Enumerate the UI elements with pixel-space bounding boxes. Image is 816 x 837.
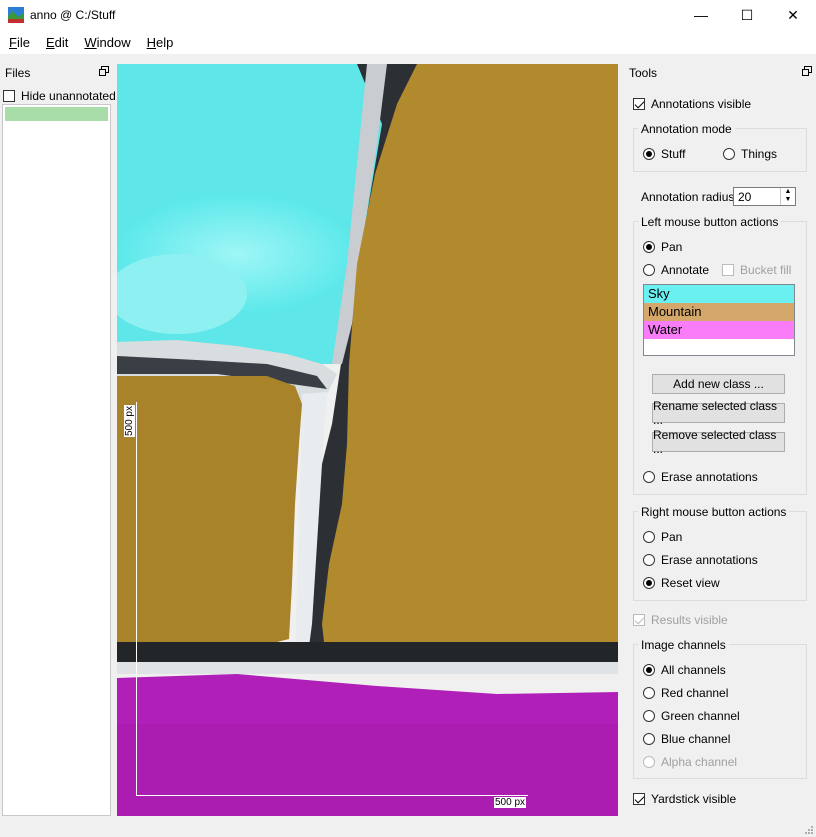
image-canvas[interactable] [117, 64, 618, 816]
radio-circle [643, 756, 655, 768]
annotation-radius-label: Annotation radius [641, 190, 735, 204]
file-list[interactable] [2, 104, 111, 816]
tools-panel-title: Tools [624, 64, 816, 82]
right-pan-radio[interactable]: Pan [643, 530, 682, 544]
radio-circle [643, 264, 655, 276]
radio-circle [643, 531, 655, 543]
spin-down-icon[interactable]: ▼ [781, 196, 795, 204]
status-bar [0, 817, 816, 837]
radio-circle [643, 733, 655, 745]
float-icon[interactable] [802, 66, 812, 76]
channel-all-radio[interactable]: All channels [643, 663, 726, 677]
annotated-image [117, 64, 618, 816]
mode-stuff-radio[interactable]: Stuff [643, 147, 685, 161]
maximize-icon: ☐ [740, 6, 754, 23]
right-mouse-title: Right mouse button actions [638, 505, 790, 519]
radio-circle [643, 148, 655, 160]
left-annotate-radio[interactable]: Annotate [643, 263, 709, 277]
menu-bar: File Edit Window Help [0, 30, 816, 54]
channel-green-radio[interactable]: Green channel [643, 709, 740, 723]
class-list[interactable]: Sky Mountain Water [643, 284, 795, 356]
radio-circle [643, 554, 655, 566]
menu-edit[interactable]: Edit [37, 35, 75, 50]
annotations-visible-checkbox[interactable]: Annotations visible [633, 97, 751, 111]
minimize-icon: — [694, 7, 708, 23]
float-icon[interactable] [99, 66, 109, 76]
annotation-radius-value: 20 [738, 190, 752, 204]
yardstick-horizontal-label: 500 px [494, 797, 527, 808]
close-icon: ✕ [787, 6, 799, 23]
yardstick-vertical-label: 500 px [124, 405, 135, 438]
spinbox-arrows[interactable]: ▲ ▼ [780, 188, 795, 205]
image-channels-title: Image channels [638, 638, 729, 652]
resize-grip-icon[interactable] [804, 825, 814, 835]
remove-class-button[interactable]: Remove selected class ... [652, 428, 785, 456]
close-button[interactable]: ✕ [770, 0, 816, 30]
hide-unannotated-checkbox[interactable]: Hide unannotated [3, 89, 116, 103]
add-class-button[interactable]: Add new class ... [652, 374, 785, 394]
files-panel-title: Files [0, 64, 113, 82]
minimize-button[interactable]: — [678, 0, 724, 30]
bucket-fill-checkbox[interactable]: Bucket fill [722, 263, 791, 277]
results-visible-checkbox: Results visible [633, 613, 728, 627]
menu-file[interactable]: File [0, 35, 37, 50]
radio-circle [723, 148, 735, 160]
mode-things-radio[interactable]: Things [723, 147, 777, 161]
menu-separator [0, 54, 816, 62]
radio-circle [643, 471, 655, 483]
right-erase-radio[interactable]: Erase annotations [643, 553, 758, 567]
yardstick-vertical-line [136, 402, 137, 795]
channel-blue-radio[interactable]: Blue channel [643, 732, 730, 746]
annotation-mode-title: Annotation mode [638, 122, 735, 136]
files-panel: Files Hide unannotated [0, 64, 116, 817]
checkbox-box [633, 98, 645, 110]
window-title: anno @ C:/Stuff [30, 8, 116, 22]
title-bar: anno @ C:/Stuff — ☐ ✕ [0, 0, 816, 30]
yardstick-horizontal-line [136, 795, 528, 796]
class-item-water[interactable]: Water [644, 321, 794, 339]
radio-circle [643, 664, 655, 676]
checkbox-box [722, 264, 734, 276]
file-list-item-selected[interactable] [5, 107, 108, 121]
menu-help[interactable]: Help [138, 35, 181, 50]
channel-red-radio[interactable]: Red channel [643, 686, 728, 700]
checkbox-box [633, 793, 645, 805]
radio-circle [643, 687, 655, 699]
annotation-radius-spinbox[interactable]: 20 ▲ ▼ [733, 187, 796, 206]
menu-window[interactable]: Window [75, 35, 137, 50]
class-item-sky[interactable]: Sky [644, 285, 794, 303]
app-icon [8, 7, 24, 23]
rename-class-button[interactable]: Rename selected class ... [652, 399, 785, 427]
left-mouse-title: Left mouse button actions [638, 215, 782, 229]
checkbox-box [633, 614, 645, 626]
radio-circle [643, 241, 655, 253]
radio-circle [643, 577, 655, 589]
right-reset-view-radio[interactable]: Reset view [643, 576, 720, 590]
left-erase-radio[interactable]: Erase annotations [643, 470, 758, 484]
left-pan-radio[interactable]: Pan [643, 240, 682, 254]
maximize-button[interactable]: ☐ [724, 0, 770, 30]
radio-circle [643, 710, 655, 722]
channel-alpha-radio: Alpha channel [643, 755, 737, 769]
spin-up-icon[interactable]: ▲ [781, 188, 795, 196]
checkbox-box [3, 90, 15, 102]
yardstick-visible-checkbox[interactable]: Yardstick visible [633, 792, 736, 806]
class-item-mountain[interactable]: Mountain [644, 303, 794, 321]
